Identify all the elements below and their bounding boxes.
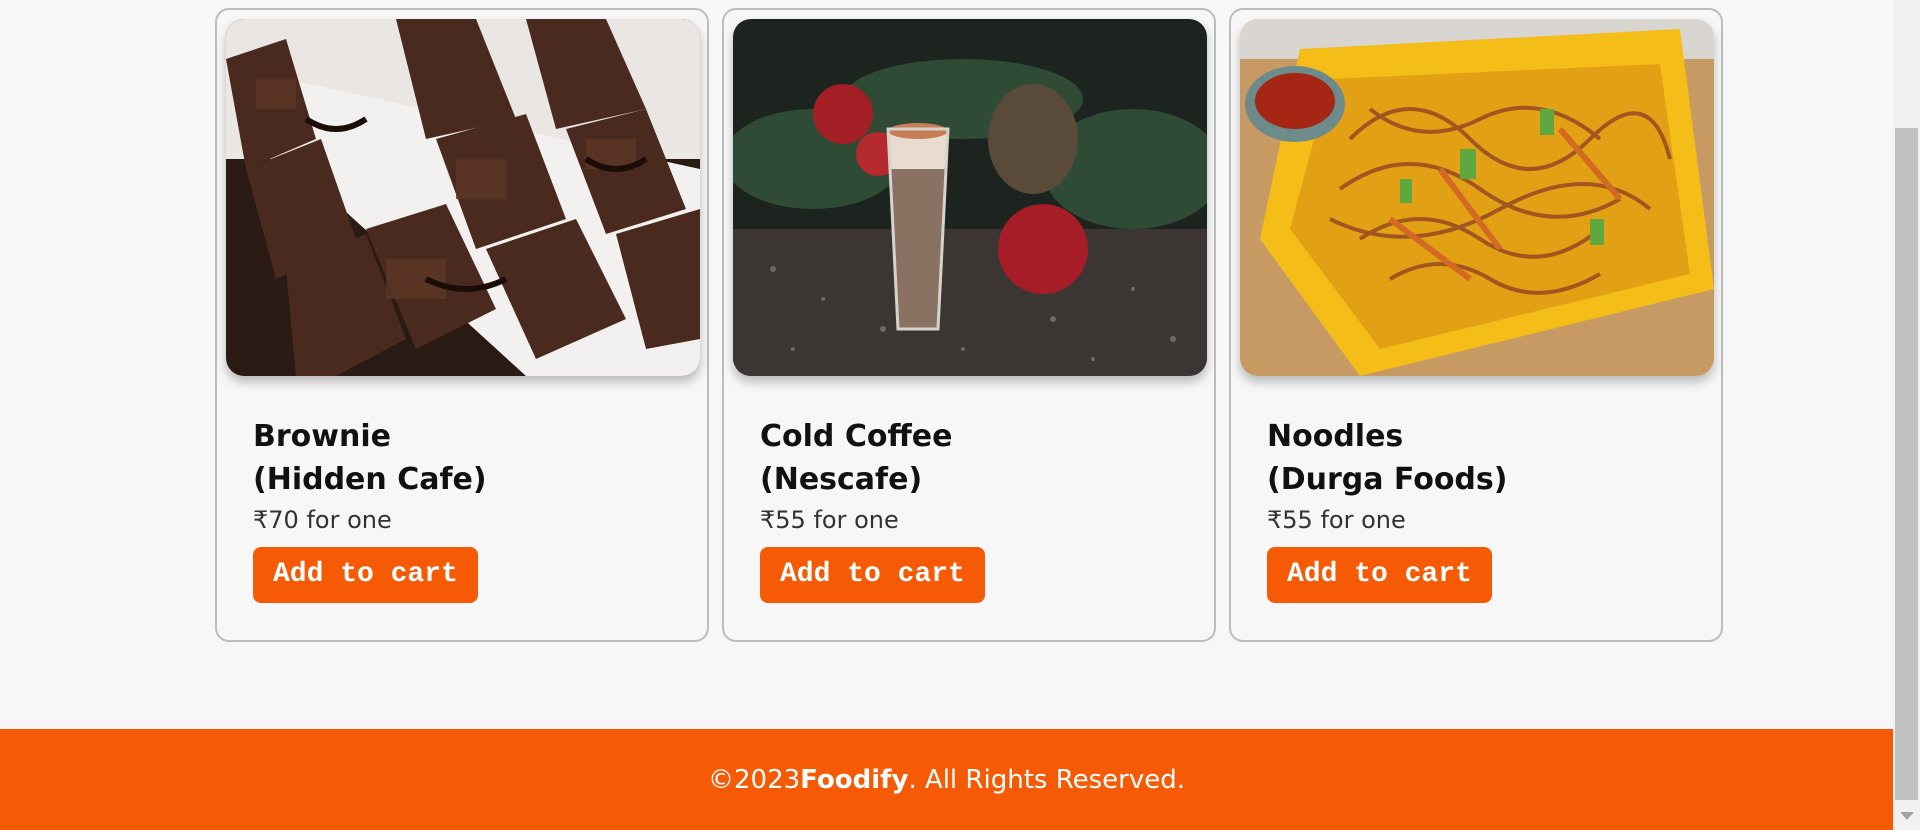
product-card-body: Brownie (Hidden Cafe) ₹70 for one Add to…: [253, 415, 487, 603]
product-price: ₹55 for one: [760, 506, 899, 534]
add-to-cart-button[interactable]: Add to cart: [1267, 547, 1492, 603]
product-vendor: (Nescafe): [760, 462, 923, 497]
product-card-body: Noodles (Durga Foods) ₹55 for one Add to…: [1267, 415, 1507, 603]
product-card-list: Brownie (Hidden Cafe) ₹70 for one Add to…: [215, 8, 1723, 642]
product-vendor: (Durga Foods): [1267, 462, 1508, 497]
scroll-down-arrow-icon[interactable]: [1900, 812, 1914, 820]
cold-coffee-image: [733, 19, 1207, 376]
product-price: ₹70 for one: [253, 506, 392, 534]
footer-rights: . All Rights Reserved.: [908, 764, 1185, 795]
product-price: ₹55 for one: [1267, 506, 1406, 534]
product-vendor: (Hidden Cafe): [253, 462, 487, 497]
product-card-body: Cold Coffee (Nescafe) ₹55 for one Add to…: [760, 415, 985, 603]
product-name: Noodles: [1267, 419, 1404, 454]
add-to-cart-button[interactable]: Add to cart: [253, 547, 478, 603]
noodles-image: [1240, 19, 1714, 376]
product-card-brownie: Brownie (Hidden Cafe) ₹70 for one Add to…: [215, 8, 709, 642]
brownie-image: [226, 19, 700, 376]
product-name: Cold Coffee: [760, 419, 953, 454]
page: Brownie (Hidden Cafe) ₹70 for one Add to…: [0, 0, 1893, 830]
product-card-cold-coffee: Cold Coffee (Nescafe) ₹55 for one Add to…: [722, 8, 1216, 642]
footer: ©2023 Foodify. All Rights Reserved.: [0, 729, 1893, 830]
vertical-scrollbar[interactable]: [1893, 0, 1920, 830]
product-name: Brownie: [253, 419, 391, 454]
product-card-noodles: Noodles (Durga Foods) ₹55 for one Add to…: [1229, 8, 1723, 642]
scrollbar-thumb[interactable]: [1895, 128, 1918, 800]
add-to-cart-button[interactable]: Add to cart: [760, 547, 985, 603]
footer-copyright: ©2023: [708, 764, 801, 795]
footer-brand: Foodify: [800, 764, 909, 795]
